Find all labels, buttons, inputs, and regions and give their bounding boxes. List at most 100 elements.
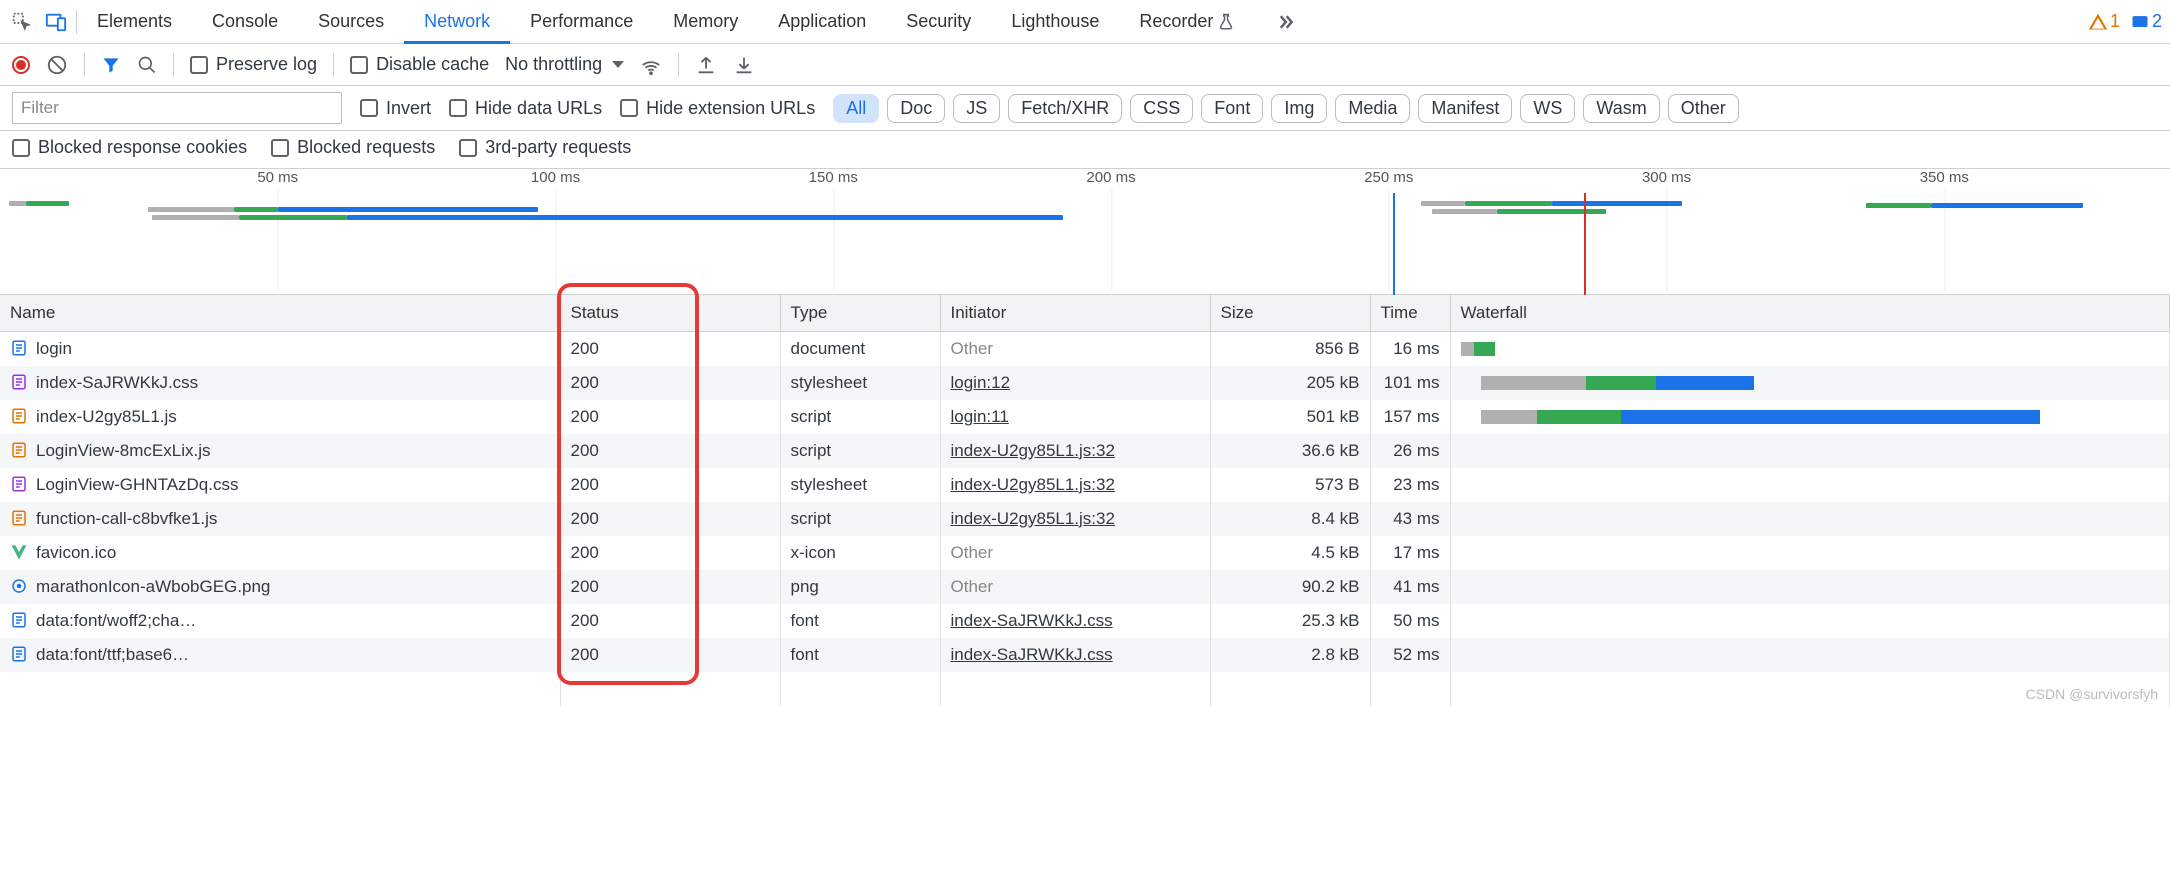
request-type: png [780, 570, 940, 604]
request-initiator[interactable]: index-U2gy85L1.js:32 [951, 475, 1115, 494]
disable-cache-checkbox[interactable]: Disable cache [350, 54, 489, 75]
filter-bar: Invert Hide data URLs Hide extension URL… [0, 86, 2170, 131]
table-row[interactable]: index-SaJRWKkJ.css200stylesheetlogin:122… [0, 366, 2170, 400]
type-pill-font[interactable]: Font [1201, 94, 1263, 123]
type-pill-wasm[interactable]: Wasm [1583, 94, 1659, 123]
warnings-count: 1 [2110, 11, 2120, 32]
col-header-type[interactable]: Type [780, 295, 940, 332]
waterfall-bar [1621, 410, 2040, 424]
timeline-tick: 150 ms [809, 169, 858, 186]
tab-elements[interactable]: Elements [77, 0, 192, 43]
upload-har-icon[interactable] [695, 54, 717, 76]
filter-input[interactable] [12, 92, 342, 124]
type-pill-fetch-xhr[interactable]: Fetch/XHR [1008, 94, 1122, 123]
request-initiator[interactable]: login:11 [951, 407, 1009, 426]
col-header-time[interactable]: Time [1370, 295, 1450, 332]
table-header-row: Name Status Type Initiator Size Time Wat… [0, 295, 2170, 332]
tab-network[interactable]: Network [404, 0, 510, 43]
blocked-requests-checkbox[interactable]: Blocked requests [271, 137, 435, 158]
request-initiator: Other [951, 577, 994, 596]
messages-badge[interactable]: 2 [2130, 11, 2162, 32]
blocked-cookies-checkbox[interactable]: Blocked response cookies [12, 137, 247, 158]
tab-console[interactable]: Console [192, 0, 298, 43]
third-party-checkbox[interactable]: 3rd-party requests [459, 137, 631, 158]
clear-button[interactable] [46, 54, 68, 76]
type-pill-doc[interactable]: Doc [887, 94, 945, 123]
request-type: stylesheet [780, 468, 940, 502]
table-row[interactable]: LoginView-GHNTAzDq.css200stylesheetindex… [0, 468, 2170, 502]
waterfall-bar [1537, 410, 1621, 424]
table-row[interactable]: index-U2gy85L1.js200scriptlogin:11501 kB… [0, 400, 2170, 434]
more-tabs-button[interactable] [1255, 12, 1315, 32]
col-header-size[interactable]: Size [1210, 295, 1370, 332]
table-row[interactable]: favicon.ico200x-iconOther4.5 kB17 ms [0, 536, 2170, 570]
img-file-icon [10, 577, 28, 595]
request-time: 101 ms [1370, 366, 1450, 400]
type-pill-all[interactable]: All [833, 94, 879, 123]
type-pill-ws[interactable]: WS [1520, 94, 1575, 123]
request-size: 856 B [1210, 332, 1370, 366]
type-pill-js[interactable]: JS [953, 94, 1000, 123]
request-initiator[interactable]: login:12 [951, 373, 1011, 392]
request-status: 200 [560, 604, 780, 638]
inspect-element-icon[interactable] [8, 8, 36, 36]
request-waterfall [1450, 366, 2170, 400]
warnings-badge[interactable]: 1 [2088, 11, 2120, 32]
download-har-icon[interactable] [733, 54, 755, 76]
type-pill-manifest[interactable]: Manifest [1418, 94, 1512, 123]
flask-icon [1217, 13, 1235, 31]
table-row[interactable]: marathonIcon-aWbobGEG.png200pngOther90.2… [0, 570, 2170, 604]
type-pill-img[interactable]: Img [1271, 94, 1327, 123]
table-row[interactable]: data:font/woff2;cha…200fontindex-SaJRWKk… [0, 604, 2170, 638]
search-icon[interactable] [137, 55, 157, 75]
type-pill-other[interactable]: Other [1668, 94, 1739, 123]
table-row[interactable]: LoginView-8mcExLix.js200scriptindex-U2gy… [0, 434, 2170, 468]
table-row[interactable]: login200documentOther856 B16 ms [0, 332, 2170, 366]
invert-checkbox[interactable]: Invert [360, 98, 431, 119]
request-initiator: Other [951, 543, 994, 562]
col-header-initiator[interactable]: Initiator [940, 295, 1210, 332]
type-pill-media[interactable]: Media [1335, 94, 1410, 123]
record-button[interactable] [12, 56, 30, 74]
preserve-log-checkbox[interactable]: Preserve log [190, 54, 317, 75]
col-header-status[interactable]: Status [560, 295, 780, 332]
request-status: 200 [560, 366, 780, 400]
js-file-icon [10, 441, 28, 459]
timeline-overview[interactable]: 50 ms100 ms150 ms200 ms250 ms300 ms350 m… [0, 169, 2170, 295]
messages-count: 2 [2152, 11, 2162, 32]
request-name: favicon.ico [36, 543, 116, 562]
request-initiator[interactable]: index-SaJRWKkJ.css [951, 611, 1113, 630]
separator [333, 53, 334, 77]
request-waterfall [1450, 638, 2170, 672]
table-row[interactable]: function-call-c8bvfke1.js200scriptindex-… [0, 502, 2170, 536]
hide-data-urls-checkbox[interactable]: Hide data URLs [449, 98, 602, 119]
request-initiator[interactable]: index-U2gy85L1.js:32 [951, 509, 1115, 528]
tab-sources[interactable]: Sources [298, 0, 404, 43]
request-initiator[interactable]: index-U2gy85L1.js:32 [951, 441, 1115, 460]
request-type: document [780, 332, 940, 366]
request-name: function-call-c8bvfke1.js [36, 509, 217, 528]
tab-application[interactable]: Application [758, 0, 886, 43]
tab-recorder[interactable]: Recorder [1119, 0, 1255, 43]
col-header-waterfall[interactable]: Waterfall [1450, 295, 2170, 332]
filter-icon[interactable] [101, 55, 121, 75]
tab-memory[interactable]: Memory [653, 0, 758, 43]
tab-performance[interactable]: Performance [510, 0, 653, 43]
request-size: 25.3 kB [1210, 604, 1370, 638]
device-toolbar-icon[interactable] [42, 8, 70, 36]
request-type: font [780, 604, 940, 638]
throttling-select[interactable]: No throttling [505, 54, 624, 75]
col-header-name[interactable]: Name [0, 295, 560, 332]
type-pill-css[interactable]: CSS [1130, 94, 1193, 123]
request-initiator[interactable]: index-SaJRWKkJ.css [951, 645, 1113, 664]
request-type: script [780, 400, 940, 434]
request-time: 157 ms [1370, 400, 1450, 434]
hide-extension-urls-checkbox[interactable]: Hide extension URLs [620, 98, 815, 119]
js-file-icon [10, 509, 28, 527]
network-conditions-icon[interactable] [640, 54, 662, 76]
request-size: 8.4 kB [1210, 502, 1370, 536]
tab-lighthouse[interactable]: Lighthouse [991, 0, 1119, 43]
network-toolbar: Preserve log Disable cache No throttling [0, 44, 2170, 86]
table-row[interactable]: data:font/ttf;base6…200fontindex-SaJRWKk… [0, 638, 2170, 672]
tab-security[interactable]: Security [886, 0, 991, 43]
